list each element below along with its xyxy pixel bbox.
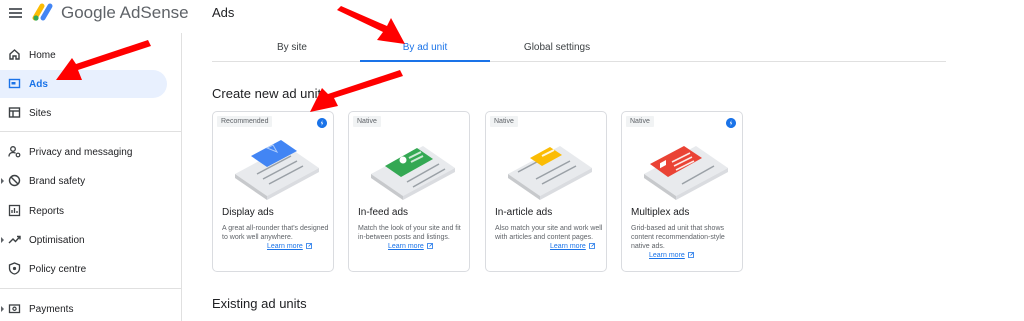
sidebar-item-label: Brand safety	[29, 175, 86, 187]
page-title: Ads	[212, 5, 235, 20]
in-article-ad-illustration	[508, 146, 592, 200]
active-tab-indicator	[360, 60, 490, 62]
card-description: Match the look of your site and fit in-b…	[358, 225, 461, 241]
sites-icon	[8, 107, 21, 118]
expand-caret-icon[interactable]	[1, 306, 4, 312]
sidebar-item-label: Payments	[29, 303, 74, 315]
block-icon	[8, 174, 21, 187]
ad-type-card-in-article[interactable]: Native In-article ads Also match your si…	[485, 111, 607, 272]
sidebar-item-label: Privacy and messaging	[29, 146, 133, 158]
ad-type-card-multiplex[interactable]: Native Multiplex ads Grid-based ad unit …	[621, 111, 743, 272]
multiplex-ad-illustration	[644, 146, 728, 200]
card-title: In-feed ads	[358, 207, 409, 218]
sidebar-item-brand-safety[interactable]: Brand safety	[0, 167, 167, 195]
external-link-icon	[687, 252, 694, 259]
existing-section-title: Existing ad units	[212, 296, 307, 311]
reports-icon	[8, 204, 21, 217]
ad-type-card-in-feed[interactable]: Native In-feed ads Match the look of you…	[348, 111, 470, 272]
learn-more-link[interactable]: Learn more	[649, 252, 694, 259]
card-badge: Native	[353, 116, 381, 127]
trending-icon	[8, 235, 21, 244]
payments-icon	[8, 304, 21, 314]
sidebar-divider	[0, 288, 182, 289]
card-title: In-article ads	[495, 207, 553, 218]
privacy-icon	[8, 146, 21, 158]
shield-icon	[8, 262, 21, 275]
expand-caret-icon[interactable]	[1, 237, 4, 243]
tab-bar: By site By ad unit Global settings	[212, 33, 946, 62]
sidebar-item-label: Ads	[29, 78, 48, 90]
sidebar-item-privacy[interactable]: Privacy and messaging	[0, 138, 167, 166]
sidebar-item-policy-centre[interactable]: Policy centre	[0, 255, 167, 283]
card-badge: Native	[626, 116, 654, 127]
sidebar-item-reports[interactable]: Reports	[0, 197, 167, 225]
learn-more-link[interactable]: Learn more	[267, 243, 312, 250]
card-title: Multiplex ads	[631, 207, 690, 218]
info-icon[interactable]	[317, 118, 327, 128]
card-badge: Recommended	[217, 116, 273, 127]
annotation-arrow-ads	[56, 40, 151, 80]
menu-icon[interactable]	[9, 8, 22, 18]
display-ad-illustration	[235, 140, 319, 200]
sidebar-divider	[0, 131, 182, 132]
ads-icon	[8, 78, 21, 89]
app-name: Google AdSense	[61, 3, 189, 22]
info-icon[interactable]	[726, 118, 736, 128]
external-link-icon	[305, 243, 312, 250]
tab-global-settings[interactable]: Global settings	[492, 33, 622, 62]
annotation-arrow-tab	[337, 6, 405, 44]
expand-caret-icon[interactable]	[1, 178, 4, 184]
sidebar-item-label: Reports	[29, 205, 65, 217]
external-link-icon	[588, 243, 595, 250]
sidebar-item-payments[interactable]: Payments	[0, 295, 167, 321]
sidebar-item-label: Sites	[29, 107, 52, 119]
sidebar-item-sites[interactable]: Sites	[0, 99, 167, 127]
learn-more-link[interactable]: Learn more	[388, 243, 433, 250]
card-description: Grid-based ad unit that shows content re…	[631, 225, 725, 250]
card-badge: Native	[490, 116, 518, 127]
ad-type-card-display[interactable]: Recommended Display ads A great all-roun…	[212, 111, 334, 272]
top-bar: Google AdSense Ads	[0, 0, 1024, 33]
annotation-arrow-card	[310, 70, 403, 112]
card-description: Also match your site and work well with …	[495, 225, 603, 241]
card-description: A great all-rounder that's designed to w…	[222, 225, 329, 241]
sidebar-item-label: Optimisation	[29, 234, 85, 246]
card-title: Display ads	[222, 207, 274, 218]
sidebar-item-label: Policy centre	[29, 263, 87, 275]
home-icon	[9, 49, 20, 60]
external-link-icon	[426, 243, 433, 250]
learn-more-link[interactable]: Learn more	[550, 243, 595, 250]
adsense-logo-icon	[32, 3, 53, 21]
in-feed-ad-illustration	[371, 146, 455, 200]
sidebar-item-optimisation[interactable]: Optimisation	[0, 226, 167, 254]
